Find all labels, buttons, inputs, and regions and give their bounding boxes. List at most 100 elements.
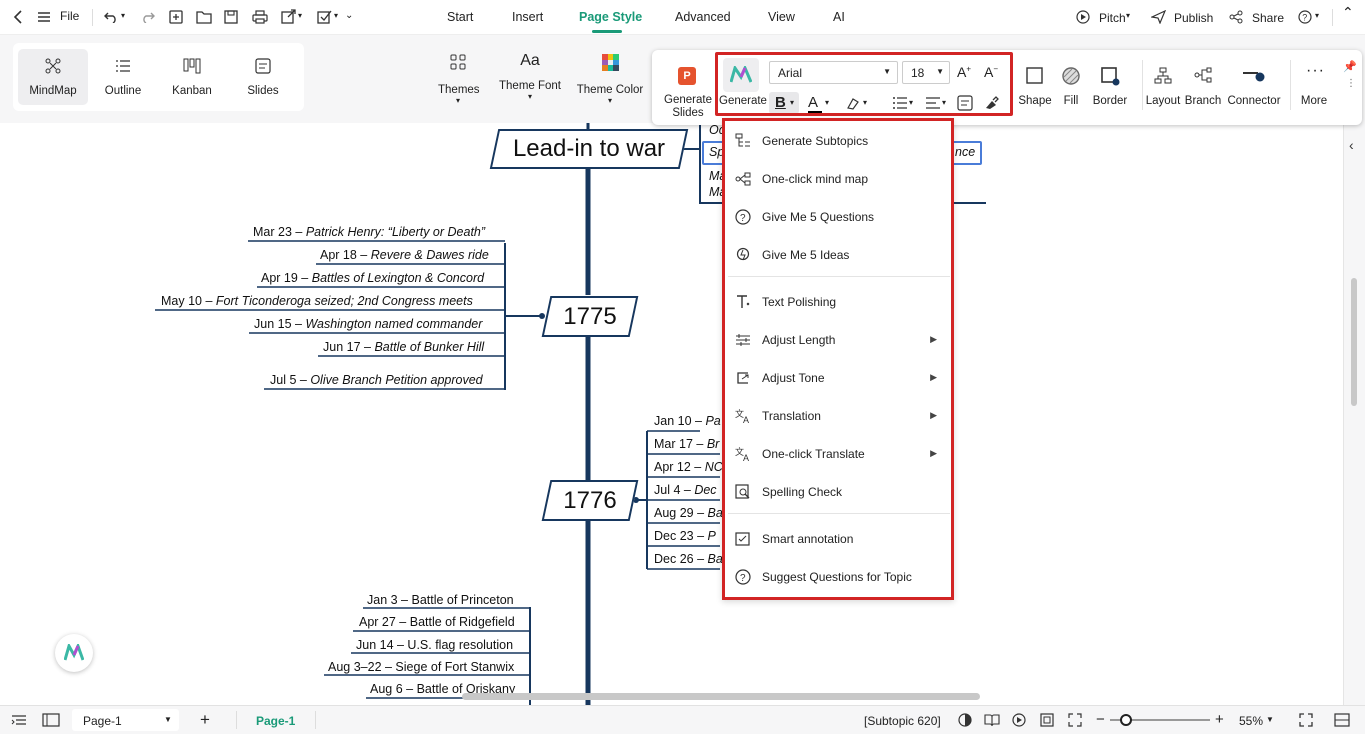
page-select[interactable]: Page-1 ▼ (72, 709, 179, 731)
print-icon[interactable] (252, 10, 268, 24)
event-topic[interactable]: Jun 14 – U.S. flag resolution (356, 638, 513, 652)
pin-icon[interactable]: 📌 (1343, 60, 1357, 73)
publish-button[interactable]: Publish (1174, 11, 1213, 25)
tab-start[interactable]: Start (447, 10, 473, 24)
year-topic-1776[interactable]: 1776 (541, 480, 639, 521)
tab-insert[interactable]: Insert (512, 10, 543, 24)
event-topic[interactable]: Aug 29 – Ba (654, 506, 723, 520)
page-tab[interactable]: Page-1 (256, 714, 295, 728)
publish-icon[interactable] (1151, 10, 1166, 24)
event-topic[interactable]: Aug 3–22 – Siege of Fort Stanwix (328, 660, 514, 674)
pitch-icon[interactable] (1076, 10, 1090, 24)
horizontal-scrollbar[interactable] (462, 693, 980, 700)
collapse-ribbon-icon[interactable]: ⌃ (1342, 4, 1354, 21)
save-icon[interactable] (224, 10, 238, 24)
more-button[interactable]: More (1297, 95, 1331, 107)
new-icon[interactable] (169, 10, 183, 24)
branch-button[interactable]: Branch (1183, 95, 1223, 107)
panel-toggle-icon[interactable] (42, 713, 60, 727)
chevron-down-icon[interactable]: ▼ (1266, 715, 1274, 724)
main-topic[interactable]: Lead-in to war (489, 129, 689, 169)
fullscreen-icon[interactable] (1299, 713, 1313, 727)
undo-dropdown-icon[interactable]: ▾ (121, 11, 125, 20)
connector-button[interactable]: Connector (1224, 95, 1284, 107)
menu-item-adjust-tone[interactable]: Adjust Tone ▶ (735, 365, 945, 391)
event-topic[interactable]: Jul 4 – Dec (654, 483, 717, 497)
view-slides-button[interactable]: Slides (228, 49, 298, 105)
sidebar-toggle-icon[interactable] (1334, 713, 1350, 727)
themes-button[interactable]: Themes ▾ (438, 52, 480, 105)
back-icon[interactable] (12, 10, 24, 24)
page-list-icon[interactable] (11, 714, 27, 727)
help-dropdown-icon[interactable]: ▾ (1315, 11, 1319, 20)
event-topic[interactable]: Apr 27 – Battle of Ridgefield (359, 615, 515, 629)
shape-button[interactable]: Shape (1016, 95, 1054, 107)
zoom-out-icon[interactable]: − (1096, 711, 1105, 728)
share-button[interactable]: Share (1252, 11, 1284, 25)
pitch-dropdown-icon[interactable]: ▾ (1126, 11, 1130, 20)
menu-icon[interactable] (38, 11, 50, 23)
more-chevron-icon[interactable]: ⌄ (345, 10, 353, 21)
event-topic[interactable]: Jul 5 – Olive Branch Petition approved (270, 373, 483, 387)
menu-item-smart-annotation[interactable]: Smart annotation (735, 526, 945, 552)
menu-item-adjust-length[interactable]: Adjust Length ▶ (735, 327, 945, 353)
open-folder-icon[interactable] (196, 10, 212, 24)
menu-item-suggest-questions[interactable]: ? Suggest Questions for Topic (735, 564, 945, 590)
export-dropdown-icon[interactable]: ▾ (298, 11, 302, 20)
border-button[interactable]: Border (1091, 95, 1129, 107)
menu-item-give-me-5-questions[interactable]: ? Give Me 5 Questions (735, 204, 945, 230)
event-topic[interactable]: Apr 18 – Revere & Dawes ride (320, 248, 489, 262)
menu-item-one-click-mind-map[interactable]: One-click mind map (735, 166, 945, 192)
view-mindmap-button[interactable]: MindMap (18, 49, 88, 105)
event-topic[interactable]: Dec 26 – Ba (654, 552, 723, 566)
fill-button[interactable]: Fill (1056, 95, 1086, 107)
share-icon[interactable] (1229, 10, 1243, 24)
theme-color-button[interactable]: Theme Color ▾ (575, 52, 645, 105)
task-check-icon[interactable] (317, 9, 332, 24)
tab-page-style[interactable]: Page Style (579, 10, 642, 24)
layout-button[interactable]: Layout (1143, 95, 1183, 107)
help-icon[interactable]: ? (1298, 10, 1312, 24)
year-topic-1775[interactable]: 1775 (541, 296, 639, 337)
vertical-scrollbar[interactable] (1351, 278, 1357, 406)
event-topic[interactable]: May 10 – Fort Ticonderoga seized; 2nd Co… (161, 294, 473, 308)
event-topic[interactable]: Mar 17 – Br (654, 437, 719, 451)
event-topic[interactable]: Jan 10 – Pa (654, 414, 721, 428)
menu-item-one-click-translate[interactable]: 文A One-click Translate ▶ (735, 441, 945, 467)
vertical-dots-icon[interactable]: ⋮ (1346, 79, 1356, 89)
menu-item-translation[interactable]: 文A Translation ▶ (735, 403, 945, 429)
redo-icon[interactable] (141, 10, 155, 23)
add-page-icon[interactable]: + (200, 710, 210, 730)
event-topic[interactable]: Jan 3 – Battle of Princeton (367, 593, 514, 607)
theme-font-button[interactable]: Aa Theme Font ▾ (497, 52, 563, 101)
menu-item-generate-subtopics[interactable]: Generate Subtopics (735, 128, 945, 154)
task-dropdown-icon[interactable]: ▾ (334, 11, 338, 20)
tab-advanced[interactable]: Advanced (675, 10, 731, 24)
menu-item-spelling-check[interactable]: Spelling Check (735, 479, 945, 505)
book-icon[interactable] (984, 713, 1000, 727)
play-icon[interactable] (1012, 713, 1026, 727)
theme-mode-icon[interactable] (958, 713, 972, 727)
menu-item-give-me-5-ideas[interactable]: Give Me 5 Ideas (735, 242, 945, 268)
expand-panel-icon[interactable]: ‹ (1349, 137, 1354, 153)
tab-ai[interactable]: AI (833, 10, 845, 24)
file-menu[interactable]: File (60, 9, 79, 23)
fit-page-icon[interactable] (1040, 713, 1054, 727)
view-kanban-button[interactable]: Kanban (157, 49, 227, 105)
event-topic[interactable]: Mar 23 – Patrick Henry: “Liberty or Deat… (253, 225, 485, 239)
mindmap-canvas[interactable]: Lead-in to war Oc Sp nce Ma Ma 1775 Mar … (0, 123, 1356, 705)
event-topic[interactable]: Jun 17 – Battle of Bunker Hill (323, 340, 484, 354)
zoom-in-icon[interactable]: + (1215, 711, 1224, 728)
export-icon[interactable] (281, 9, 296, 24)
partial-topic-end[interactable]: nce (955, 145, 975, 159)
generate-slides-button[interactable]: Generate Slides (658, 94, 718, 120)
ai-assistant-button[interactable] (55, 634, 93, 672)
undo-icon[interactable] (104, 10, 118, 23)
event-topic[interactable]: Apr 12 – NC (654, 460, 723, 474)
event-topic[interactable]: Jun 15 – Washington named commander (254, 317, 482, 331)
event-topic[interactable]: Apr 19 – Battles of Lexington & Concord (261, 271, 484, 285)
zoom-level[interactable]: 55% (1239, 714, 1263, 728)
tab-view[interactable]: View (768, 10, 795, 24)
zoom-slider-handle[interactable] (1120, 714, 1132, 726)
fit-screen-icon[interactable] (1068, 713, 1082, 727)
